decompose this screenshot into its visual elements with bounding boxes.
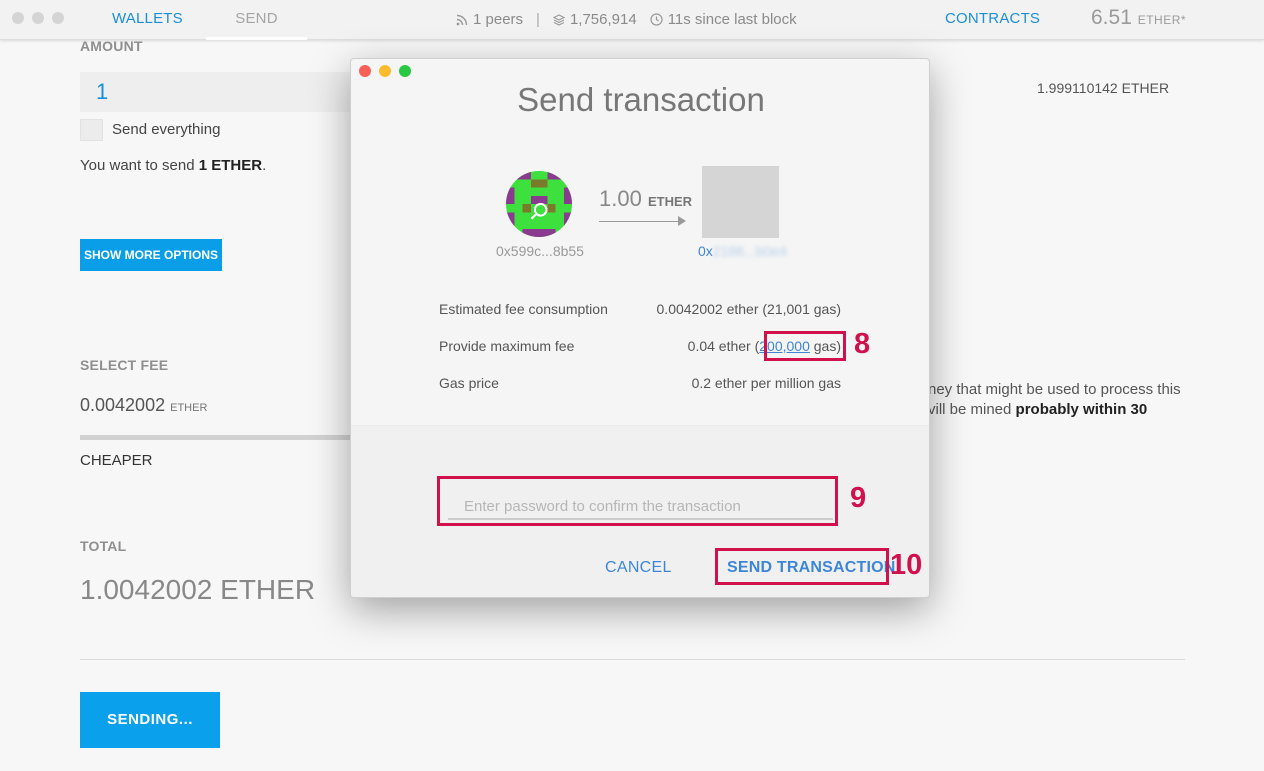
fee-description-line2-prefix: vill be mined — [928, 401, 1016, 418]
divider — [80, 659, 1185, 660]
fee-value: 0.0042002 ETHER — [80, 395, 207, 416]
estimated-fee-label: Estimated fee consumption — [439, 301, 608, 317]
to-address-blurred: 2186...b0e4 — [712, 243, 787, 259]
to-address[interactable]: 0x2186...b0e4 — [698, 243, 787, 259]
fee-amount: 0.0042002 — [80, 395, 166, 415]
estimated-fee-value: 0.0042002 ether (21,001 gas) — [656, 301, 841, 317]
amount-label: AMOUNT — [80, 38, 143, 54]
block-number: 1,756,914 — [569, 11, 637, 28]
rss-icon — [456, 14, 468, 25]
show-more-options-button[interactable]: SHOW MORE OPTIONS — [80, 239, 222, 271]
cancel-button[interactable]: CANCEL — [605, 559, 672, 577]
last-block-time: 11s since last block — [667, 11, 797, 28]
dialog-title: Send transaction — [517, 81, 765, 118]
dialog-close-button[interactable] — [359, 65, 371, 77]
fee-unit: ETHER — [170, 402, 208, 414]
status-separator: | — [536, 11, 540, 28]
to-address-prefix: 0x — [698, 243, 713, 259]
network-status: 1 peers | 1,756,914 11s since last block — [456, 11, 797, 28]
tab-contracts[interactable]: CONTRACTS — [945, 10, 1040, 27]
send-everything-checkbox[interactable] — [80, 119, 103, 141]
total-value: 1.0042002 ETHER — [80, 574, 316, 605]
transfer-amount-value: 1.00 — [599, 186, 642, 211]
window-zoom-button[interactable] — [52, 12, 64, 24]
callout-box-10 — [715, 548, 889, 585]
arrow-right-icon — [599, 221, 681, 222]
window-close-button[interactable] — [12, 12, 24, 24]
arrow-head-icon — [678, 216, 686, 226]
top-bar: WALLETS SEND 1 peers | 1,756,914 11s sin… — [0, 0, 1264, 40]
from-address: 0x599c...8b55 — [496, 243, 584, 259]
total-balance: 6.51 ETHER* — [1091, 6, 1186, 30]
dialog-minimize-button[interactable] — [379, 65, 391, 77]
callout-number-9: 9 — [850, 482, 867, 514]
send-everything-label[interactable]: Send everything — [112, 121, 220, 138]
callout-number-8: 8 — [854, 328, 871, 360]
sending-button[interactable]: SENDING... — [80, 692, 220, 748]
dialog-zoom-button[interactable] — [399, 65, 411, 77]
max-fee-prefix: 0.04 ether ( — [687, 338, 760, 354]
gas-price-label: Gas price — [439, 375, 499, 391]
cheaper-label: CHEAPER — [80, 452, 153, 469]
gas-price-value: 0.2 ether per million gas — [691, 375, 841, 391]
fee-description: ney that might be used to process this v… — [928, 380, 1181, 420]
callout-box-8 — [764, 331, 846, 361]
recipient-avatar — [702, 166, 779, 238]
total-label: TOTAL — [80, 538, 127, 554]
select-fee-label: SELECT FEE — [80, 357, 169, 373]
send-summary-amount: 1 ETHER — [198, 157, 263, 174]
max-fee-label: Provide maximum fee — [439, 338, 575, 354]
clock-icon — [650, 13, 663, 26]
send-summary: You want to send 1 ETHER. — [80, 157, 266, 174]
fee-description-line1: ney that might be used to process this — [928, 381, 1181, 398]
fee-slider[interactable] — [80, 435, 360, 440]
fee-description-line2: vill be mined probably within 30 — [928, 400, 1181, 420]
tab-wallets[interactable]: WALLETS — [112, 10, 183, 27]
identicon-avatar — [506, 171, 572, 237]
balance-amount: 6.51 — [1091, 6, 1132, 29]
layers-icon — [552, 13, 565, 26]
fee-description-line2-bold: probably within 30 — [1015, 401, 1148, 418]
balance-unit: ETHER* — [1137, 13, 1187, 27]
window-minimize-button[interactable] — [32, 12, 44, 24]
transfer-amount: 1.00 ETHER — [599, 186, 692, 212]
send-summary-prefix: You want to send — [80, 157, 199, 174]
account-balance: 1.999110142 ETHER — [1037, 80, 1170, 96]
callout-number-10: 10 — [890, 549, 923, 581]
tab-send[interactable]: SEND — [206, 10, 307, 40]
peers-count: 1 peers — [473, 11, 524, 28]
transfer-amount-unit: ETHER — [647, 194, 693, 209]
callout-box-9 — [437, 476, 838, 526]
send-summary-suffix: . — [262, 157, 267, 174]
amount-input[interactable]: 1 — [80, 72, 380, 112]
